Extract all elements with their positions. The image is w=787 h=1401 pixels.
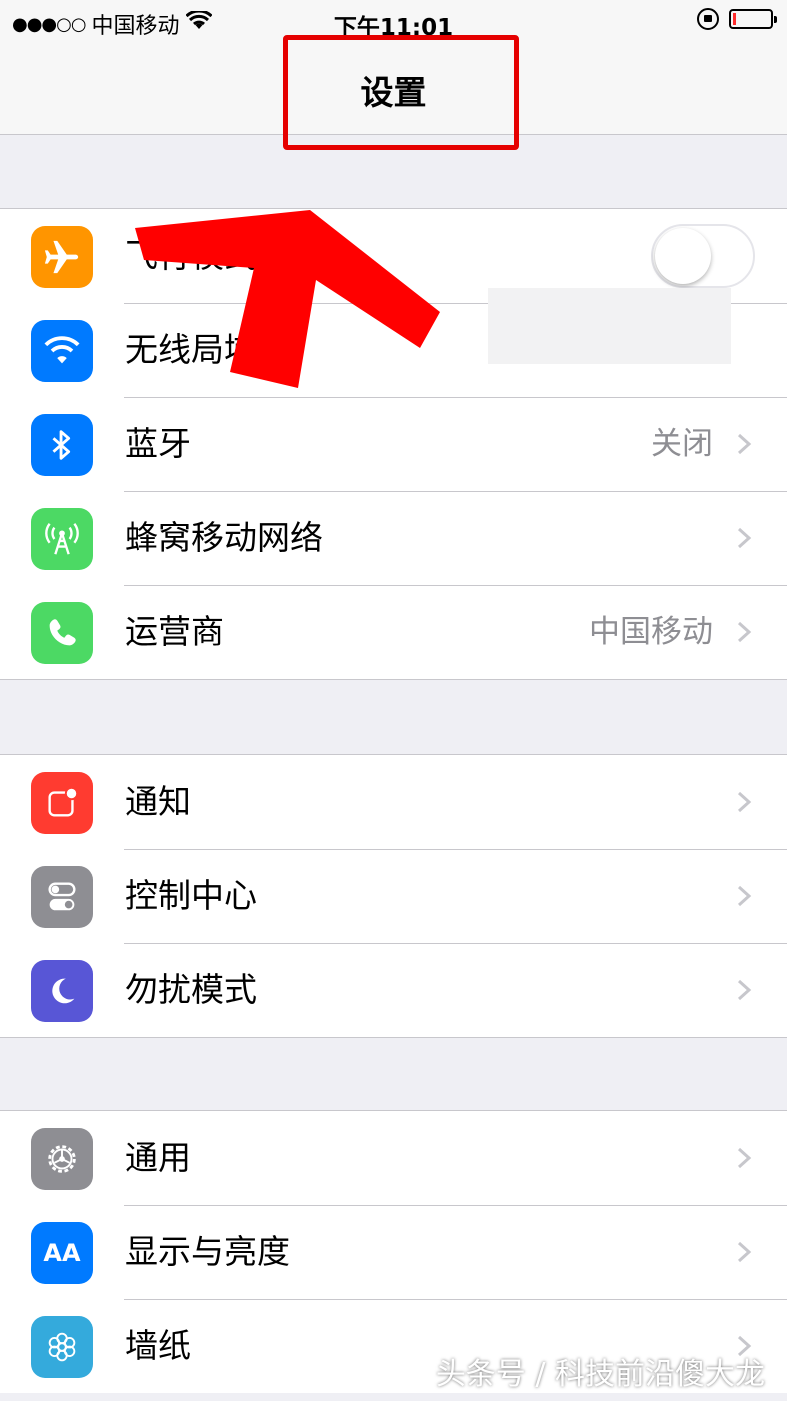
settings-row-label: 运营商 xyxy=(125,612,224,651)
chevron-right-icon xyxy=(733,885,755,907)
bluetooth-status-value: 关闭 xyxy=(651,426,713,462)
chevron-right-icon xyxy=(733,621,755,643)
red-arrow-annotation xyxy=(135,210,440,388)
chevron-right-icon xyxy=(733,979,755,1001)
settings-row-label: 勿扰模式 xyxy=(125,970,257,1009)
settings-row-carrier[interactable]: 运营商 中国移动 xyxy=(0,585,787,679)
battery-icon xyxy=(729,9,777,29)
airplane-mode-toggle[interactable] xyxy=(651,224,755,288)
status-right xyxy=(697,8,777,30)
chevron-right-icon xyxy=(733,1241,755,1263)
settings-group-notifications: 通知 控制中心 勿扰模式 xyxy=(0,754,787,1038)
watermark-text: 头条号 / 科技前沿傻大龙 xyxy=(435,1357,765,1392)
settings-row-label: 控制中心 xyxy=(125,876,257,915)
settings-row-cellular[interactable]: 蜂窝移动网络 xyxy=(0,491,787,585)
blur-overlay xyxy=(488,288,731,364)
settings-row-label: 显示与亮度 xyxy=(125,1232,290,1271)
settings-row-do-not-disturb[interactable]: 勿扰模式 xyxy=(0,943,787,1037)
chevron-right-icon xyxy=(733,1147,755,1169)
control-center-icon xyxy=(31,866,93,928)
settings-row-general[interactable]: 通用 xyxy=(0,1111,787,1205)
carrier-value: 中国移动 xyxy=(589,614,713,650)
settings-row-label: 通知 xyxy=(125,782,191,821)
moon-icon xyxy=(31,960,93,1022)
settings-row-label: 蜂窝移动网络 xyxy=(125,518,323,557)
wallpaper-icon xyxy=(31,1316,93,1378)
settings-row-bluetooth[interactable]: 蓝牙 关闭 xyxy=(0,397,787,491)
phone-icon xyxy=(31,602,93,664)
settings-row-display-brightness[interactable]: AA 显示与亮度 xyxy=(0,1205,787,1299)
chevron-right-icon xyxy=(733,433,755,455)
chevron-right-icon xyxy=(733,791,755,813)
settings-row-control-center[interactable]: 控制中心 xyxy=(0,849,787,943)
display-icon-text: AA xyxy=(43,1239,81,1267)
settings-row-label: 通用 xyxy=(125,1138,191,1177)
chevron-right-icon xyxy=(733,527,755,549)
title-highlight-box xyxy=(283,35,519,150)
settings-row-notifications[interactable]: 通知 xyxy=(0,755,787,849)
cellular-icon xyxy=(31,508,93,570)
wifi-icon xyxy=(31,320,93,382)
orientation-lock-icon xyxy=(697,8,719,30)
toggle-knob xyxy=(655,228,711,284)
notifications-icon xyxy=(31,772,93,834)
gear-icon xyxy=(31,1128,93,1190)
settings-row-label: 墙纸 xyxy=(125,1326,191,1365)
airplane-icon xyxy=(31,226,93,288)
settings-row-label: 蓝牙 xyxy=(125,424,191,463)
display-icon: AA xyxy=(31,1222,93,1284)
bluetooth-icon xyxy=(31,414,93,476)
